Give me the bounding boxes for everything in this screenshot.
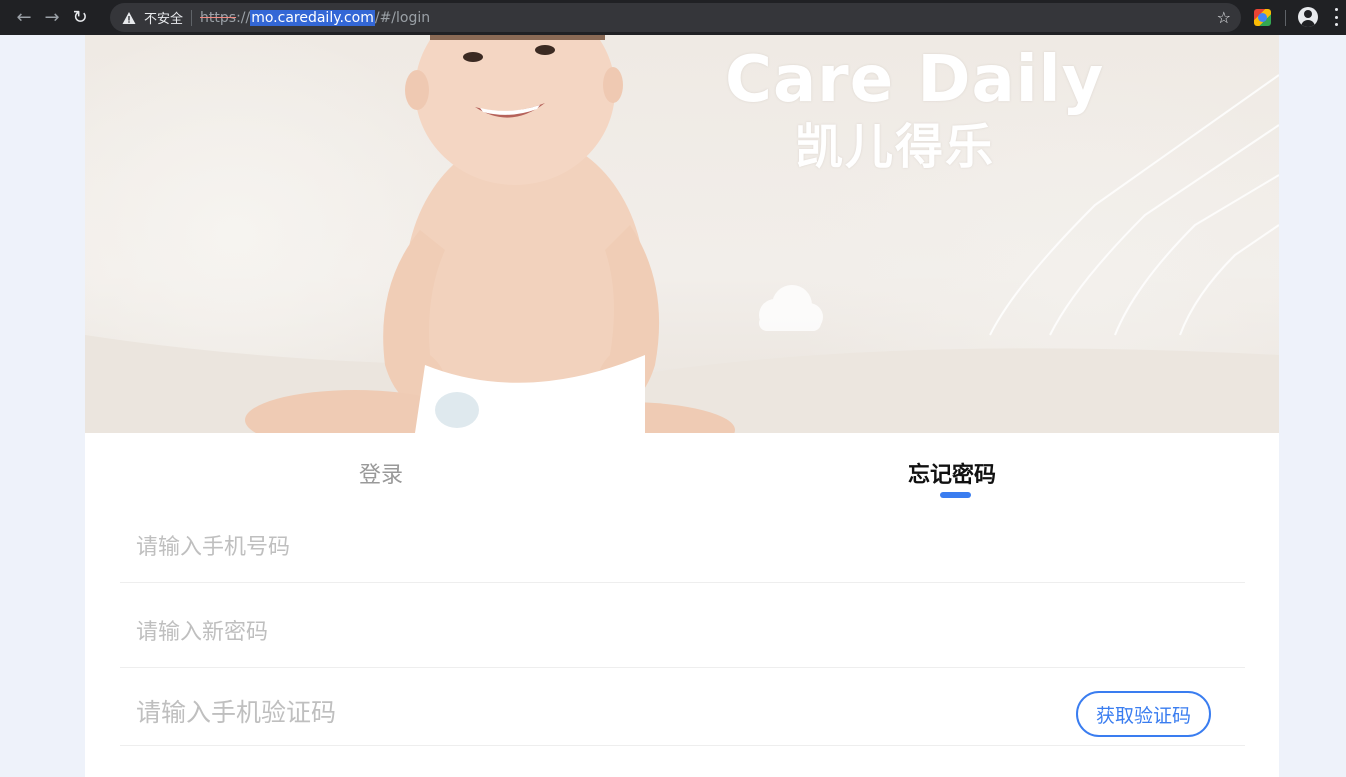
menu-icon[interactable] — [1335, 8, 1339, 26]
browser-toolbar: ← → ↻ 不安全 https://mo.caredaily.com/#/log… — [0, 0, 1346, 35]
verification-code-field: 获取验证码 — [120, 686, 1245, 746]
reload-icon[interactable]: ↻ — [66, 4, 94, 32]
new-password-input[interactable] — [136, 615, 1016, 649]
new-password-field — [120, 608, 1245, 668]
star-icon[interactable]: ☆ — [1217, 8, 1231, 27]
profile-icon[interactable] — [1298, 7, 1318, 27]
login-page: Care Daily 凯儿得乐 登录 忘记密码 获取验证码 — [85, 35, 1279, 777]
url-scheme: https — [200, 9, 237, 26]
security-label[interactable]: 不安全 — [144, 8, 183, 27]
phone-input[interactable] — [136, 530, 1016, 564]
back-arrow-icon[interactable]: ← — [10, 4, 38, 32]
extension-icon[interactable] — [1254, 9, 1271, 26]
get-code-button[interactable]: 获取验证码 — [1076, 691, 1211, 737]
toolbar-divider — [1285, 10, 1286, 26]
url-host: mo.caredaily.com — [250, 9, 375, 26]
phone-field — [120, 523, 1245, 583]
url-path: /#/login — [374, 9, 431, 26]
url-scheme-separator: :// — [236, 9, 251, 26]
forward-arrow-icon[interactable]: → — [38, 4, 66, 32]
active-tab-indicator — [940, 492, 971, 498]
tab-login[interactable]: 登录 — [359, 457, 403, 489]
brand-logo-text: Care Daily — [725, 43, 1105, 117]
warning-icon[interactable] — [122, 11, 136, 25]
auth-card: 登录 忘记密码 获取验证码 — [85, 433, 1279, 777]
verification-code-input[interactable] — [136, 695, 1016, 729]
omnibox-divider — [191, 9, 193, 26]
hero-banner: Care Daily 凯儿得乐 — [85, 35, 1279, 433]
address-bar[interactable]: 不安全 https://mo.caredaily.com/#/login ☆ — [110, 3, 1241, 32]
tab-forgot-password[interactable]: 忘记密码 — [908, 457, 996, 489]
brand-logo-chinese: 凯儿得乐 — [795, 119, 996, 175]
